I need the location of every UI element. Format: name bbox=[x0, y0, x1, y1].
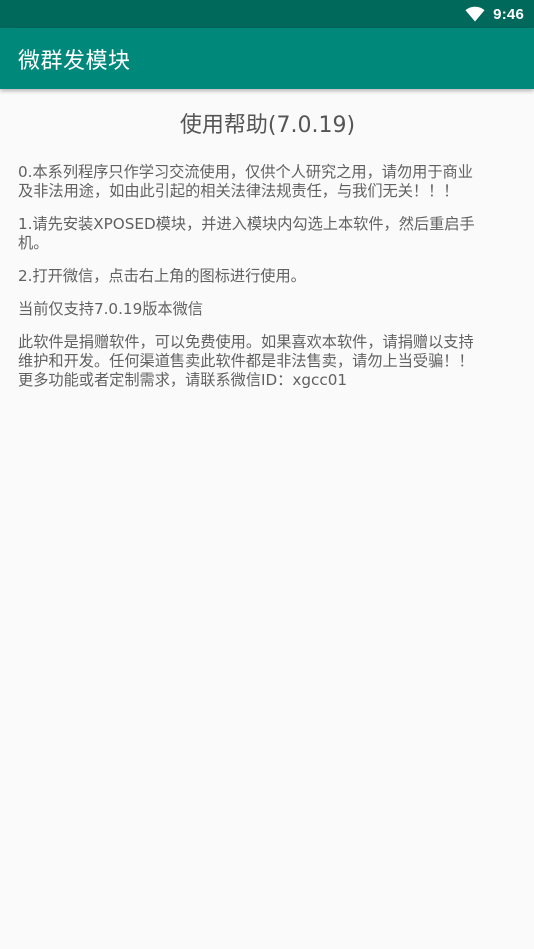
help-paragraph-version: 当前仅支持7.0.19版本微信 bbox=[18, 300, 517, 319]
help-title: 使用帮助(7.0.19) bbox=[179, 113, 356, 138]
help-line: 此软件是捐赠软件，可以免费使用。如果喜欢本软件，请捐赠以支持 bbox=[18, 333, 474, 351]
help-line: 当前仅支持7.0.19版本微信 bbox=[18, 300, 203, 318]
help-line: 0.本系列程序只作学习交流使用，仅供个人研究之用，请勿用于商业 bbox=[18, 163, 473, 181]
help-paragraph-disclaimer: 0.本系列程序只作学习交流使用，仅供个人研究之用，请勿用于商业 及非法用途，如由… bbox=[18, 163, 517, 201]
help-line: 机。 bbox=[18, 234, 49, 252]
help-line: 2.打开微信，点击右上角的图标进行使用。 bbox=[18, 267, 306, 285]
app-bar: 微群发模块 bbox=[0, 28, 534, 89]
help-paragraph-donation: 此软件是捐赠软件，可以免费使用。如果喜欢本软件，请捐赠以支持 维护和开发。任何渠… bbox=[18, 333, 517, 390]
help-paragraph-usage: 2.打开微信，点击右上角的图标进行使用。 bbox=[18, 267, 517, 286]
help-line: 及非法用途，如由此引起的相关法律法规责任，与我们无关！！！ bbox=[18, 182, 459, 200]
wifi-icon bbox=[465, 6, 485, 22]
status-right: 9:46 bbox=[465, 0, 524, 28]
status-time: 9:46 bbox=[493, 5, 524, 23]
help-line: 1.请先安装XPOSED模块，并进入模块内勾选上本软件，然后重启手 bbox=[18, 215, 475, 233]
status-bar: 9:46 bbox=[0, 0, 534, 28]
help-line: 更多功能或者定制需求，请联系微信ID：xgcc01 bbox=[18, 371, 348, 389]
app-title: 微群发模块 bbox=[18, 48, 131, 74]
help-content: 使用帮助(7.0.19) 0.本系列程序只作学习交流使用，仅供个人研究之用，请勿… bbox=[0, 107, 534, 390]
help-paragraph-install: 1.请先安装XPOSED模块，并进入模块内勾选上本软件，然后重启手 机。 bbox=[18, 215, 517, 253]
help-line: 维护和开发。任何渠道售卖此软件都是非法售卖，请勿上当受骗！！ bbox=[18, 352, 474, 370]
